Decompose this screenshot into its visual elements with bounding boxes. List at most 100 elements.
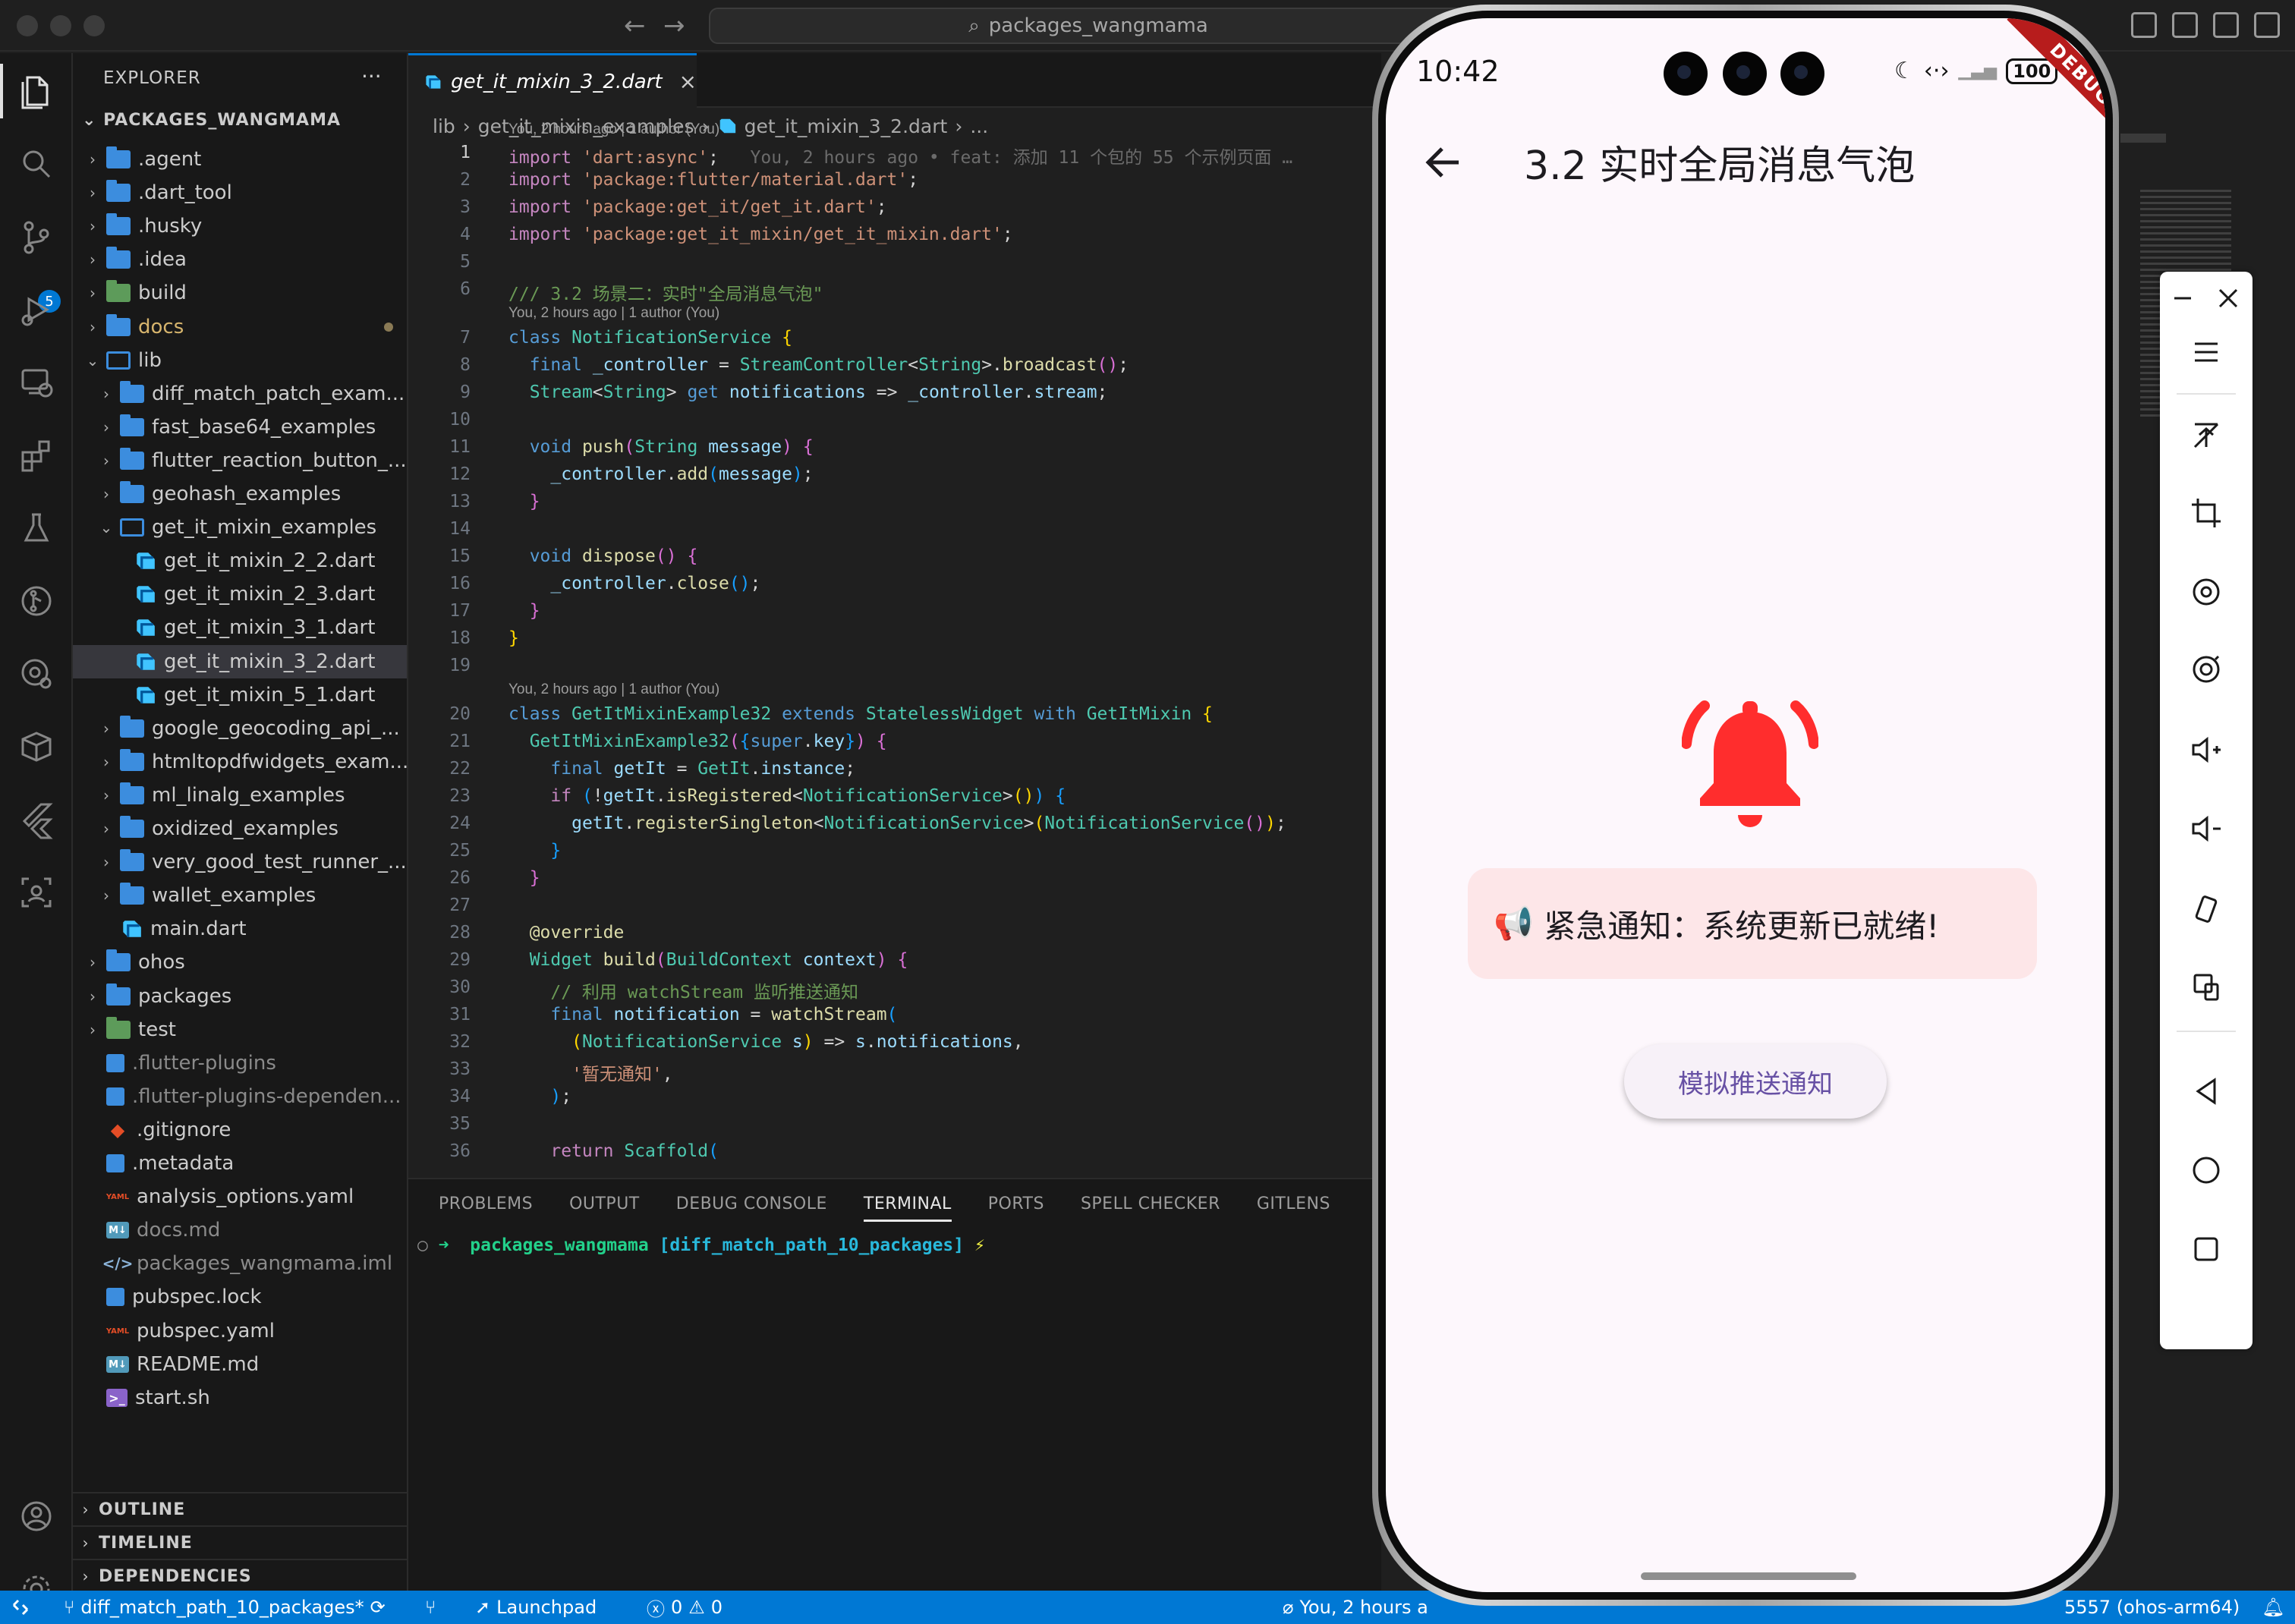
git-graph-status-icon[interactable]: ⑂ bbox=[425, 1591, 436, 1624]
launchpad-status[interactable]: ➚ Launchpad bbox=[475, 1591, 597, 1624]
simulate-push-button[interactable]: 模拟推送通知 bbox=[1624, 1044, 1887, 1119]
rotate-icon[interactable] bbox=[2160, 554, 2252, 630]
tree-file[interactable]: get_it_mixin_2_2.dart bbox=[73, 544, 407, 578]
blame-status[interactable]: ⌀ You, 2 hours a bbox=[1283, 1591, 1428, 1624]
scan-icon[interactable] bbox=[0, 856, 73, 929]
tree-file[interactable]: pubspec.lock bbox=[73, 1280, 407, 1314]
minimap-slider[interactable] bbox=[2120, 134, 2166, 143]
tab-spell-checker[interactable]: SPELL CHECKER bbox=[1081, 1194, 1220, 1222]
tree-file[interactable]: .flutter-plugins-dependen... bbox=[73, 1080, 407, 1113]
tab-get-it-mixin-3-2[interactable]: get_it_mixin_3_2.dart × bbox=[408, 53, 697, 108]
tab-terminal[interactable]: TERMINAL bbox=[863, 1194, 952, 1222]
phone-screen[interactable]: 10:42 ☾ ‹·› ▁▃▅ 100 DEBUG 3.2 实时全局消息气泡 📢… bbox=[1386, 18, 2105, 1592]
tree-folder[interactable]: › geohash_examples bbox=[73, 477, 407, 511]
tree-folder[interactable]: ⌄ get_it_mixin_examples bbox=[73, 511, 407, 544]
tree-file[interactable]: get_it_mixin_3_2.dart bbox=[73, 645, 407, 678]
tab-output[interactable]: OUTPUT bbox=[569, 1194, 640, 1222]
home-indicator[interactable] bbox=[1641, 1572, 1856, 1580]
tree-file[interactable]: main.dart bbox=[73, 912, 407, 946]
close-window-button[interactable] bbox=[17, 15, 38, 36]
tree-folder[interactable]: › google_geocoding_api_... bbox=[73, 712, 407, 745]
tree-file[interactable]: get_it_mixin_3_1.dart bbox=[73, 611, 407, 644]
tree-folder[interactable]: › ml_linalg_examples bbox=[73, 779, 407, 812]
source-control-icon[interactable] bbox=[0, 200, 73, 273]
tree-folder[interactable]: › oxidized_examples bbox=[73, 812, 407, 845]
menu-icon[interactable] bbox=[2160, 314, 2252, 390]
tree-folder[interactable]: ⌄ lib bbox=[73, 344, 407, 377]
breadcrumb-item-lib[interactable]: lib bbox=[433, 115, 455, 137]
toggle-secondary-sidebar-icon[interactable] bbox=[2254, 12, 2280, 38]
screenshot-icon[interactable] bbox=[2160, 631, 2252, 707]
tree-file[interactable]: ◆ .gitignore bbox=[73, 1113, 407, 1147]
testing-icon[interactable] bbox=[0, 492, 73, 565]
tree-folder[interactable]: › test bbox=[73, 1013, 407, 1046]
tree-file[interactable]: .metadata bbox=[73, 1147, 407, 1180]
remote-explorer-icon[interactable] bbox=[0, 346, 73, 419]
tree-folder[interactable]: › packages bbox=[73, 980, 407, 1013]
account-icon[interactable] bbox=[0, 1480, 73, 1553]
close-icon[interactable]: × bbox=[679, 69, 697, 94]
code-lens-blame[interactable]: You, 2 hours ago | 1 author (You) bbox=[508, 305, 719, 325]
tree-folder[interactable]: › .dart_tool bbox=[73, 176, 407, 209]
tree-folder[interactable]: › flutter_reaction_button_... bbox=[73, 444, 407, 477]
tree-file[interactable]: M↓ README.md bbox=[73, 1348, 407, 1381]
tree-file[interactable]: </> packages_wangmama.iml bbox=[73, 1247, 407, 1280]
tab-debug-console[interactable]: DEBUG CONSOLE bbox=[676, 1194, 827, 1222]
tree-folder[interactable]: › htmltopdfwidgets_exam... bbox=[73, 745, 407, 779]
run-debug-icon[interactable] bbox=[0, 273, 73, 346]
maximize-window-button[interactable] bbox=[83, 15, 105, 36]
git-graph-icon[interactable] bbox=[0, 565, 73, 637]
layout-icon[interactable] bbox=[2131, 12, 2157, 38]
breadcrumb-item-file[interactable]: get_it_mixin_3_2.dart bbox=[745, 115, 948, 137]
back-arrow-icon[interactable] bbox=[1421, 140, 1466, 185]
search-icon[interactable] bbox=[0, 127, 73, 200]
back-triangle-icon[interactable] bbox=[2160, 1053, 2252, 1129]
notifications-bell-icon[interactable]: 🔔︎ bbox=[2262, 1591, 2284, 1624]
multi-screen-icon[interactable] bbox=[2160, 949, 2252, 1024]
tree-folder[interactable]: › .husky bbox=[73, 209, 407, 243]
dependencies-section[interactable]: › DEPENDENCIES bbox=[73, 1559, 407, 1591]
workspace-header[interactable]: ⌄ PACKAGES_WANGMAMA bbox=[82, 111, 341, 130]
tree-folder[interactable]: › fast_base64_examples bbox=[73, 411, 407, 444]
tree-folder[interactable]: › .idea bbox=[73, 243, 407, 276]
containers-icon[interactable] bbox=[0, 710, 73, 783]
minimize-window-button[interactable] bbox=[50, 15, 71, 36]
recents-square-icon[interactable] bbox=[2160, 1211, 2252, 1287]
code-lens-blame[interactable]: You, 2 hours ago | 1 author (You) bbox=[508, 121, 719, 141]
tree-folder[interactable]: › .agent bbox=[73, 143, 407, 176]
extensions-icon[interactable] bbox=[0, 419, 73, 492]
files-icon[interactable] bbox=[0, 55, 73, 127]
home-circle-icon[interactable] bbox=[2160, 1132, 2252, 1208]
tree-folder[interactable]: › ohos bbox=[73, 946, 407, 979]
problems-status[interactable]: ⓧ 0 ⚠ 0 bbox=[647, 1591, 722, 1624]
tree-file[interactable]: YAML pubspec.yaml bbox=[73, 1314, 407, 1348]
tree-folder[interactable]: › docs bbox=[73, 310, 407, 344]
volume-down-icon[interactable] bbox=[2160, 791, 2252, 867]
outline-section[interactable]: › OUTLINE bbox=[73, 1492, 407, 1525]
toggle-sidebar-icon[interactable] bbox=[2172, 12, 2198, 38]
crop-icon[interactable] bbox=[2160, 475, 2252, 551]
tab-ports[interactable]: PORTS bbox=[988, 1194, 1044, 1222]
tree-file[interactable]: get_it_mixin_5_1.dart bbox=[73, 678, 407, 712]
volume-up-icon[interactable] bbox=[2160, 712, 2252, 788]
command-center-search[interactable]: ⌕ packages_wangmama bbox=[709, 8, 1468, 44]
tree-file[interactable]: get_it_mixin_2_3.dart bbox=[73, 578, 407, 611]
terminal-prompt[interactable]: ○ ➜ packages_wangmama [diff_match_path_1… bbox=[417, 1235, 985, 1255]
tab-gitlens[interactable]: GITLENS bbox=[1257, 1194, 1330, 1222]
tab-problems[interactable]: PROBLEMS bbox=[439, 1194, 533, 1222]
back-arrow-icon[interactable]: ← bbox=[624, 11, 646, 41]
code-lens-blame[interactable]: You, 2 hours ago | 1 author (You) bbox=[508, 681, 719, 701]
tree-folder[interactable]: › diff_match_patch_exam... bbox=[73, 377, 407, 411]
device-status[interactable]: 5557 (ohos-arm64) bbox=[2064, 1591, 2240, 1624]
timeline-section[interactable]: › TIMELINE bbox=[73, 1525, 407, 1559]
toggle-panel-icon[interactable] bbox=[2213, 12, 2239, 38]
tree-folder[interactable]: › wallet_examples bbox=[73, 879, 407, 912]
tree-file[interactable]: >_ start.sh bbox=[73, 1381, 407, 1415]
rotate-device-icon[interactable] bbox=[2160, 871, 2252, 947]
tree-file[interactable]: M↓ docs.md bbox=[73, 1213, 407, 1247]
remote-icon[interactable] bbox=[11, 1591, 30, 1624]
tree-folder[interactable]: › very_good_test_runner_... bbox=[73, 845, 407, 879]
gitlens-icon[interactable] bbox=[0, 637, 73, 710]
tree-folder[interactable]: › build bbox=[73, 276, 407, 310]
branch-status[interactable]: ⑂ diff_match_path_10_packages* ⟳ bbox=[64, 1591, 386, 1624]
